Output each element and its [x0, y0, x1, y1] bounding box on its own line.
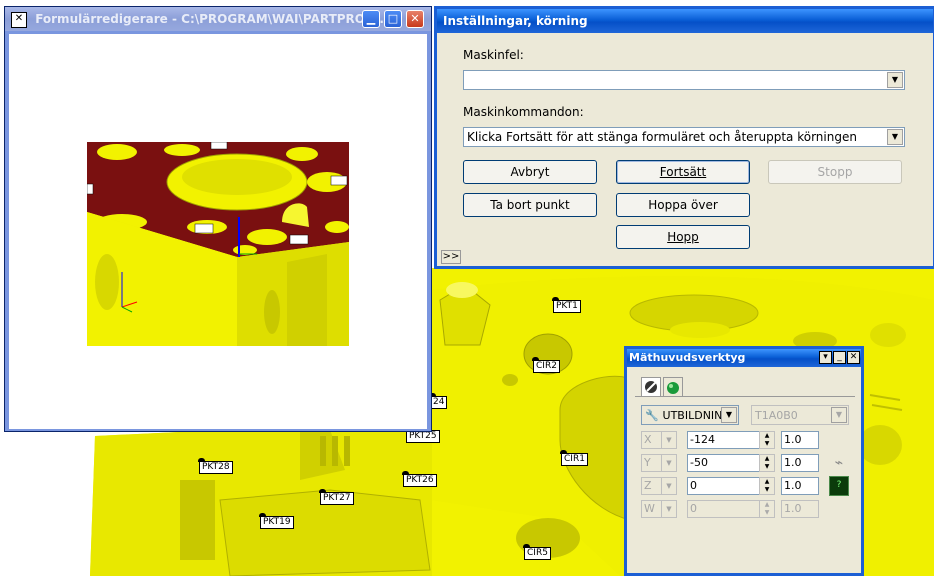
- axis-label-y: Y: [644, 456, 651, 469]
- cad-label-pkt24[interactable]: 24: [428, 393, 448, 409]
- wrench-icon: 🔧: [645, 409, 659, 422]
- chevron-down-icon[interactable]: ▼: [661, 478, 676, 494]
- axis-select-x[interactable]: X ▼: [641, 431, 677, 449]
- chevron-down-icon[interactable]: ▼: [887, 129, 903, 145]
- run-settings-titlebar[interactable]: Inställningar, körning: [437, 9, 933, 33]
- jump-button[interactable]: Hopp: [616, 225, 750, 249]
- cad-label-cir1[interactable]: CIR1: [560, 450, 588, 466]
- globe-icon: [667, 382, 679, 394]
- axis-select-y[interactable]: Y ▼: [641, 454, 677, 472]
- skip-button[interactable]: Hoppa över: [616, 193, 750, 217]
- spinner-y[interactable]: ▲ ▼: [759, 454, 775, 472]
- chevron-down-icon[interactable]: ▼: [661, 432, 676, 448]
- axis-value-x[interactable]: -124: [687, 431, 761, 449]
- mode-value: UTBILDNIN: [662, 409, 723, 422]
- cad-label-pkt26[interactable]: PKT26: [402, 471, 437, 487]
- axis-value-w[interactable]: 0: [687, 500, 761, 518]
- minimize-icon[interactable]: ▁: [362, 10, 380, 28]
- expand-button[interactable]: >>: [441, 250, 461, 264]
- axis-select-z[interactable]: Z ▼: [641, 477, 677, 495]
- delete-point-button[interactable]: Ta bort punkt: [463, 193, 597, 217]
- minimize-icon[interactable]: _: [833, 351, 846, 364]
- tab-probe[interactable]: [641, 377, 661, 397]
- machine-commands-value: Klicka Fortsätt för att stänga formuläre…: [467, 130, 857, 144]
- tab-display[interactable]: [663, 377, 683, 397]
- spinner-z[interactable]: ▲ ▼: [759, 477, 775, 495]
- cad-label-cir5[interactable]: CIR5: [523, 544, 551, 560]
- spinner-x[interactable]: ▲ ▼: [759, 431, 775, 449]
- continue-button-label: Fortsätt: [659, 165, 707, 179]
- step-value-y[interactable]: 1.0: [781, 454, 819, 472]
- clear-axis-icon[interactable]: ⌁: [829, 453, 849, 473]
- probe-tool-window[interactable]: Mäthuvudsverktyg ▾ _ ✕ 🔧 UTBILDNIN ▼ T1A…: [624, 346, 864, 576]
- cad-label-pkt28[interactable]: PKT28: [198, 458, 233, 474]
- probe-icon: [645, 381, 657, 393]
- cad-label-pkt1[interactable]: PKT1: [552, 297, 581, 313]
- axis-value-y[interactable]: -50: [687, 454, 761, 472]
- cad-preview-image[interactable]: [87, 142, 349, 346]
- close-icon[interactable]: ✕: [406, 10, 424, 28]
- step-value-z[interactable]: 1.0: [781, 477, 819, 495]
- chevron-down-icon[interactable]: ▼: [661, 455, 676, 471]
- run-settings-window[interactable]: Inställningar, körning Maskinfel: ▼ Mask…: [434, 6, 934, 269]
- cad-label-pkt19[interactable]: PKT19: [259, 513, 294, 529]
- app-icon: ✕: [11, 11, 27, 28]
- close-icon[interactable]: ✕: [847, 351, 860, 364]
- form-canvas[interactable]: [9, 34, 427, 429]
- cad-label-cir2[interactable]: CIR2: [532, 357, 560, 373]
- run-settings-title: Inställningar, körning: [443, 14, 588, 28]
- maximize-icon[interactable]: □: [384, 10, 402, 28]
- chevron-down-icon[interactable]: ▼: [661, 501, 676, 517]
- form-editor-title: Formulärredigerare - C:\PROGRAM\WAI\PART…: [35, 12, 389, 26]
- step-value-w[interactable]: 1.0: [781, 500, 819, 518]
- continue-button[interactable]: Fortsätt: [616, 160, 750, 184]
- machine-commands-label: Maskinkommandon:: [463, 105, 584, 119]
- axis-value-z[interactable]: 0: [687, 477, 761, 495]
- tab-divider: [635, 396, 855, 397]
- stop-button[interactable]: Stopp: [768, 160, 902, 184]
- machine-error-label: Maskinfel:: [463, 48, 524, 62]
- probe-tool-title: Mäthuvudsverktyg: [629, 351, 746, 364]
- machine-commands-select[interactable]: Klicka Fortsätt för att stänga formuläre…: [463, 127, 905, 147]
- spinner-w[interactable]: ▲ ▼: [759, 500, 775, 518]
- machine-error-select[interactable]: ▼: [463, 70, 905, 90]
- cad-label-pkt27[interactable]: PKT27: [319, 489, 354, 505]
- jump-button-label: Hopp: [667, 230, 699, 244]
- mode-select[interactable]: 🔧 UTBILDNIN ▼: [641, 405, 739, 425]
- step-value-x[interactable]: 1.0: [781, 431, 819, 449]
- chevron-down-icon[interactable]: ▼: [887, 72, 903, 88]
- form-editor-window[interactable]: ✕ Formulärredigerare - C:\PROGRAM\WAI\PA…: [4, 6, 432, 432]
- chevron-down-icon[interactable]: ▾: [819, 351, 832, 364]
- tip-value: T1A0B0: [755, 409, 798, 422]
- cad-preview-graphic: [87, 142, 349, 346]
- axis-label-x: X: [644, 433, 652, 446]
- chevron-down-icon[interactable]: ▼: [721, 407, 737, 423]
- readout-icon[interactable]: ?: [829, 476, 849, 496]
- tip-select[interactable]: T1A0B0 ▼: [751, 405, 849, 425]
- cancel-button[interactable]: Avbryt: [463, 160, 597, 184]
- axis-label-z: Z: [644, 479, 652, 492]
- chevron-down-icon[interactable]: ▼: [831, 407, 847, 423]
- axis-select-w[interactable]: W ▼: [641, 500, 677, 518]
- axis-label-w: W: [644, 502, 655, 515]
